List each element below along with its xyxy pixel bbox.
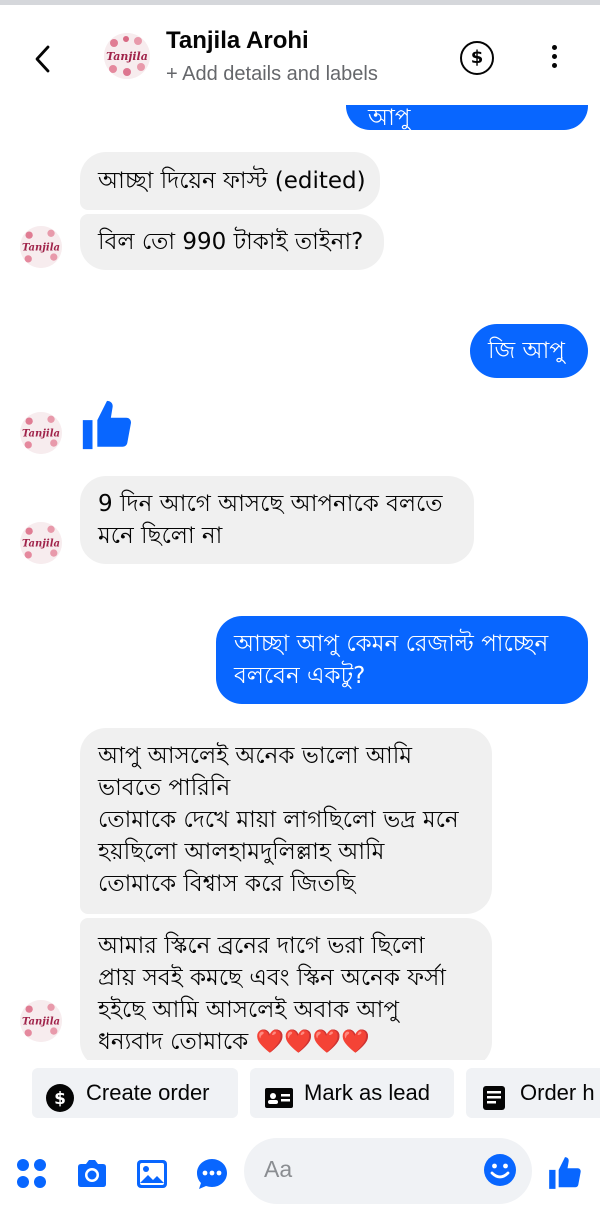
incoming-message[interactable]: আপু আসলেই অনেক ভালো আমি ভাবতে পারিনি তোম… — [80, 728, 492, 914]
apps-grid-icon[interactable] — [14, 1156, 50, 1192]
sender-avatar: Tanjila — [20, 522, 62, 564]
incoming-message[interactable]: 9 দিন আগে আসছে আপনাকে বলতে মনে ছিলো না — [80, 476, 474, 564]
message-list[interactable]: ও ই দিন আগে নিয়ে আপু আচ্ছা দিয়েন ফাস্ট… — [0, 100, 600, 1060]
contact-card-icon — [264, 1080, 293, 1108]
mark-as-lead-button[interactable]: Mark as lead — [250, 1068, 454, 1118]
svg-text:Tanjila: Tanjila — [106, 50, 148, 63]
send-like-thumbs-up-icon[interactable] — [546, 1154, 584, 1192]
receipt-icon — [480, 1080, 508, 1110]
create-order-button[interactable]: $ Create order — [32, 1068, 238, 1118]
sender-avatar: Tanjila — [20, 1000, 62, 1042]
more-options-icon[interactable] — [540, 41, 568, 77]
incoming-message[interactable]: বিল তো 990 টাকাই তাইনা? — [80, 214, 384, 270]
sender-avatar: Tanjila — [20, 226, 62, 268]
outgoing-message[interactable]: আচ্ছা আপু কেমন রেজাল্ট পাচ্ছেন বলবেন একট… — [216, 616, 588, 704]
add-details-link[interactable]: + Add details and labels — [166, 63, 378, 86]
quick-actions-bar: $ Create order Mark as lead Order h — [0, 1068, 600, 1120]
payment-dollar-icon[interactable]: $ — [460, 41, 494, 75]
contact-name[interactable]: Tanjila Arohi — [166, 27, 309, 55]
gallery-image-icon[interactable] — [134, 1156, 170, 1192]
svg-text:Tanjila: Tanjila — [22, 243, 60, 254]
sender-avatar: Tanjila — [20, 412, 62, 454]
svg-text:Tanjila: Tanjila — [22, 429, 60, 440]
emoji-smiley-icon[interactable] — [482, 1152, 518, 1188]
saved-replies-icon[interactable] — [194, 1156, 230, 1192]
conversation-header: Tanjila Tanjila Arohi + Add details and … — [0, 5, 600, 105]
thumbs-up-icon[interactable] — [78, 396, 136, 454]
contact-avatar[interactable]: Tanjila — [104, 33, 150, 79]
outgoing-message[interactable]: জি আপু — [470, 324, 588, 378]
order-history-button[interactable]: Order h — [466, 1068, 600, 1118]
back-arrow-icon[interactable] — [28, 39, 60, 79]
dollar-circle-icon: $ — [46, 1080, 74, 1112]
incoming-message[interactable]: আচ্ছা দিয়েন ফাস্ট (edited) — [80, 152, 380, 210]
message-composer: Aa — [0, 1134, 600, 1214]
incoming-message[interactable]: আমার স্কিনে ব্রনের দাগে ভরা ছিলো প্রায় … — [80, 918, 492, 1060]
svg-text:Tanjila: Tanjila — [22, 539, 60, 550]
camera-icon[interactable] — [74, 1156, 110, 1192]
message-input[interactable]: Aa — [244, 1138, 532, 1204]
svg-text:Tanjila: Tanjila — [22, 1017, 60, 1028]
svg-text:$: $ — [54, 1089, 66, 1109]
